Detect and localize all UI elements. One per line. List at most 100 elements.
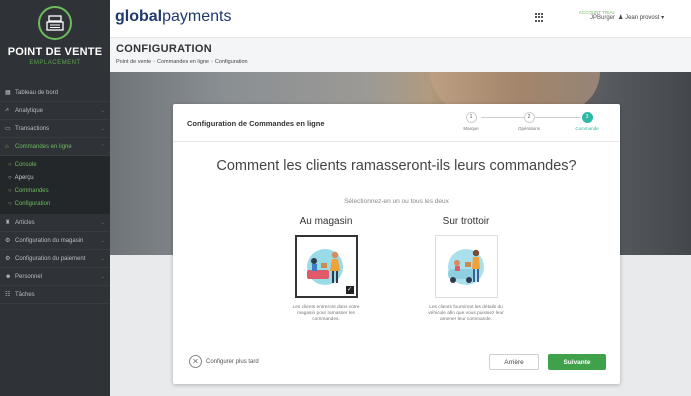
submenu-item-label: Configuration [14,200,51,207]
step-number: 1 [465,112,477,123]
option-title: Au magasin [299,216,353,227]
chevron-down-icon: ⌄ [100,237,105,244]
sidebar-item-label: Configuration du paiement [15,255,86,262]
sidebar-item-label: Tableau de bord [15,89,59,96]
sidebar: POINT DE VENTE EMPLACEMENT ▦ Tableau de … [0,0,110,396]
curbside-pickup-illustration [447,249,484,285]
wizard-step-brand: 1 Marque [451,110,491,131]
submenu-item-orders[interactable]: ○ Commandes [0,184,110,197]
step-label: Marque [463,126,479,131]
chevron-down-icon: ⌄ [100,255,105,262]
modal-title: Configuration de Commandes en ligne [187,119,325,128]
modal-header: Configuration de Commandes en ligne 1 Ma… [173,104,620,142]
analytics-icon: ⩘ [5,107,9,113]
sidebar-item-online-orders[interactable]: ⌂ Commandes en ligne ⌃ [0,138,110,156]
sidebar-item-label: Analytique [15,107,44,114]
logo-subtitle: EMPLACEMENT [29,60,81,66]
sidebar-nav: ▦ Tableau de bord ⩘ Analytique ⌄ ▭ Trans… [0,84,110,156]
circle-icon: ○ [8,187,12,194]
submenu-item-label: Commandes [14,187,49,194]
tasks-icon: ☷ [5,292,11,298]
checkbox-checked-icon[interactable]: ✓ [345,286,354,294]
user-menu[interactable]: ♟ Jean provost ▾ [618,14,664,21]
dashboard-icon: ▦ [5,90,11,96]
configure-later-label: Configurer plus tard [206,358,259,365]
wizard-question: Comment les clients ramasseront-ils leur… [216,158,577,174]
step-label: Commande [575,126,599,131]
brand-bold: global [115,8,163,25]
articles-icon: ♜ [5,220,11,226]
user-icon: ♟ [618,15,624,21]
step-label: Opérations [517,126,540,131]
basket-icon: ⌂ [5,143,9,150]
wizard-stepper: 1 Marque 2 Opérations 3 Commande [451,110,611,136]
payment-settings-icon: ⚙ [5,256,11,262]
caret-down-icon: ▾ [661,15,665,21]
option-in-store[interactable]: Au magasin ✓ Les clients entreront dans … [271,216,381,323]
option-description: Les clients entreront dans votre magasin… [292,305,360,322]
circle-icon: ○ [8,174,12,181]
logo-title: POINT DE VENTE [7,46,103,58]
apps-grid-icon[interactable] [535,13,544,22]
breadcrumb-current: Configuration [214,59,248,65]
store-settings-icon: ⚙ [5,238,11,244]
chevron-up-icon: ⌃ [100,143,105,150]
sidebar-item-staff[interactable]: ☻ Personnel ⌄ [0,268,110,286]
sidebar-item-label: Transactions [15,125,50,132]
circle-icon: ○ [8,200,12,207]
sidebar-item-articles[interactable]: ♜ Articles ⌄ [0,214,110,232]
chevron-down-icon: ⌄ [100,125,105,132]
sidebar-item-label: Commandes en ligne [15,143,72,150]
sidebar-item-transactions[interactable]: ▭ Transactions ⌄ [0,120,110,138]
option-title: Sur trottoir [442,216,490,227]
submenu-item-console[interactable]: ○ Console [0,158,110,171]
submenu-item-configuration[interactable]: ○ Configuration [0,197,110,210]
back-button[interactable]: Arrière [489,354,539,370]
sidebar-item-store-settings[interactable]: ⚙ Configuration du magasin ⌄ [0,232,110,250]
submenu-item-preview[interactable]: ○ Aperçu [0,171,110,184]
sidebar-item-analytics[interactable]: ⩘ Analytique ⌄ [0,102,110,120]
top-bar: globalpayments ACCOUNT TRIAL JPBurger ♟ … [110,0,691,38]
transactions-icon: ▭ [5,126,11,132]
page-title: CONFIGURATION [116,43,212,55]
breadcrumb-separator: › [153,59,156,65]
breadcrumb-link[interactable]: Commandes en ligne [157,59,209,65]
option-curbside[interactable]: Sur trottoir Les clients fourniront les … [411,216,521,323]
submenu-item-label: Console [14,161,37,168]
sidebar-submenu: ○ Console ○ Aperçu ○ Commandes ○ Configu… [0,156,110,214]
breadcrumb-link[interactable]: Point de vente [116,59,151,65]
submenu-item-label: Aperçu [14,174,34,181]
chevron-down-icon: ⌄ [100,273,105,280]
account-switcher[interactable]: ACCOUNT TRIAL JPBurger [565,10,615,21]
breadcrumb: Point de vente › Commandes en ligne › Config… [116,59,248,65]
user-name: Jean provost [625,15,660,21]
brand-light: payments [162,8,232,25]
wizard-step-order: 3 Commande [567,110,607,131]
curbside-pickup-card[interactable] [434,235,498,298]
next-button[interactable]: Suivante [548,354,606,370]
sidebar-item-label: Articles [15,219,35,226]
cash-register-icon [38,6,72,40]
wizard-step-operations: 2 Opérations [509,110,549,131]
brand-logo[interactable]: globalpayments [115,8,231,26]
breadcrumb-separator: › [211,59,213,65]
location-logo: POINT DE VENTE EMPLACEMENT [0,0,110,84]
sidebar-item-payment-settings[interactable]: ⚙ Configuration du paiement ⌄ [0,250,110,268]
setup-wizard-modal: Configuration de Commandes en ligne 1 Ma… [173,104,620,384]
option-description: Les clients fourniront les détails du vé… [428,305,504,322]
sidebar-item-label: Configuration du magasin [15,237,84,244]
circle-icon: ○ [8,161,12,168]
configure-later-link[interactable]: ✕ Configurer plus tard [189,355,259,368]
chevron-down-icon: ⌄ [100,219,105,226]
in-store-pickup-card[interactable]: ✓ [294,235,358,298]
sidebar-item-label: Tâches [15,291,35,298]
sidebar-item-dashboard[interactable]: ▦ Tableau de bord [0,84,110,102]
account-name: JPBurger [589,15,615,21]
sidebar-item-label: Personnel [15,273,43,280]
chevron-down-icon: ⌄ [100,107,105,114]
sidebar-item-tasks[interactable]: ☷ Tâches [0,286,110,304]
staff-icon: ☻ [5,273,12,280]
selection-hint: Sélectionnez-en un ou tous les deux [344,198,449,205]
sidebar-nav-lower: ♜ Articles ⌄ ⚙ Configuration du magasin … [0,214,110,304]
page-header: CONFIGURATION Point de vente › Commandes e… [110,38,691,72]
